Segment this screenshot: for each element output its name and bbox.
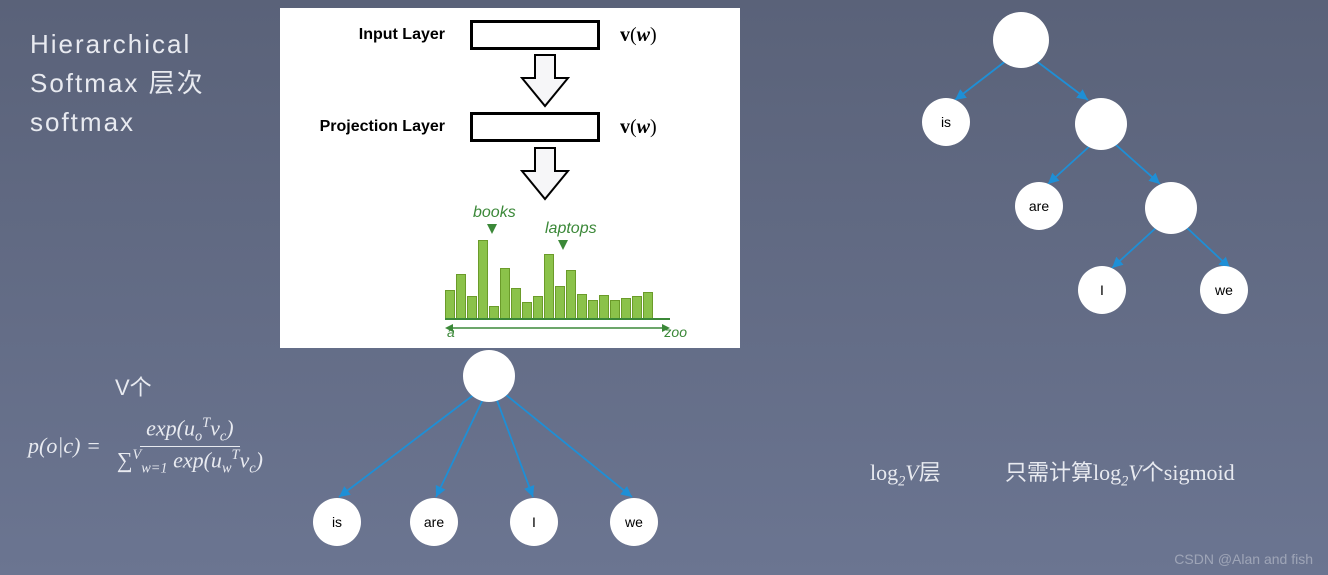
histogram-bar [643, 292, 653, 318]
histogram-bar [544, 254, 554, 318]
histogram-bar [489, 306, 499, 318]
tree-node-we: we [1200, 266, 1248, 314]
projection-v-w: v(w) [620, 116, 657, 139]
input-v-w: v(w) [620, 24, 657, 47]
histogram-bar [632, 296, 642, 318]
tree-node-i: I [1078, 266, 1126, 314]
histogram-bar [577, 294, 587, 318]
log-layers-label: log2V层 [870, 455, 941, 490]
tree-node-inner-2 [1145, 182, 1197, 234]
histogram-bar [522, 302, 532, 318]
histogram-bar [478, 240, 488, 318]
input-layer-box [470, 20, 600, 50]
histogram-range-arrow-icon [445, 323, 670, 333]
histogram-bar [621, 298, 631, 318]
histogram-bar [500, 268, 510, 318]
tree-node-are: are [1015, 182, 1063, 230]
projection-layer-row: Projection Layer v(w) [305, 112, 657, 142]
histogram-bar [599, 295, 609, 318]
histogram-bar [610, 300, 620, 318]
flat-tree-leaf: I [510, 498, 558, 546]
watermark: CSDN @Alan and fish [1174, 551, 1313, 567]
hist-axis-end: zoo [664, 324, 687, 340]
histogram-bar [588, 300, 598, 318]
arrow-down-icon [520, 146, 570, 201]
output-histogram: books laptops a zoo [445, 208, 705, 338]
tree-node-is: is [922, 98, 970, 146]
softmax-formula: p(o|c) = exp(uoTvc) ∑Vw=1 exp(uwTvc) [28, 415, 269, 477]
input-layer-label: Input Layer [305, 26, 445, 44]
formula-denominator: ∑Vw=1 exp(uwTvc) [111, 447, 269, 478]
arrow-down-icon [520, 53, 570, 108]
histogram-bar [456, 274, 466, 318]
input-layer-row: Input Layer v(w) [305, 20, 657, 50]
hierarchical-tree: is are I we [900, 10, 1300, 330]
projection-layer-box [470, 112, 600, 142]
formula-lhs: p(o|c) = [28, 433, 101, 459]
flat-tree-leaf: is [313, 498, 361, 546]
tree-node-inner-1 [1075, 98, 1127, 150]
callout-books: books [473, 204, 516, 222]
center-architecture-diagram: Input Layer v(w) Projection Layer v(w) b… [280, 8, 740, 348]
flat-tree-root-node [463, 350, 515, 402]
tree-node-root [993, 12, 1049, 68]
projection-layer-label: Projection Layer [305, 118, 445, 136]
histogram-bar [445, 290, 455, 318]
histogram-bars [445, 228, 653, 318]
v-count-label: V个 [115, 370, 152, 402]
histogram-bar [467, 296, 477, 318]
page-title: Hierarchical Softmax 层次softmax [30, 25, 250, 142]
hist-axis-start: a [447, 324, 455, 340]
flat-softmax-tree: is are I we [305, 350, 725, 550]
histogram-bar [533, 296, 543, 318]
flat-tree-leaf: are [410, 498, 458, 546]
formula-numerator: exp(uoTvc) [140, 415, 239, 447]
histogram-axis [445, 318, 670, 320]
histogram-bar [511, 288, 521, 318]
histogram-bar [566, 270, 576, 318]
formula-fraction: exp(uoTvc) ∑Vw=1 exp(uwTvc) [111, 415, 269, 477]
flat-tree-leaf: we [610, 498, 658, 546]
histogram-bar [555, 286, 565, 318]
compute-sigmoid-label: 只需计算log2V个sigmoid [1005, 455, 1235, 490]
